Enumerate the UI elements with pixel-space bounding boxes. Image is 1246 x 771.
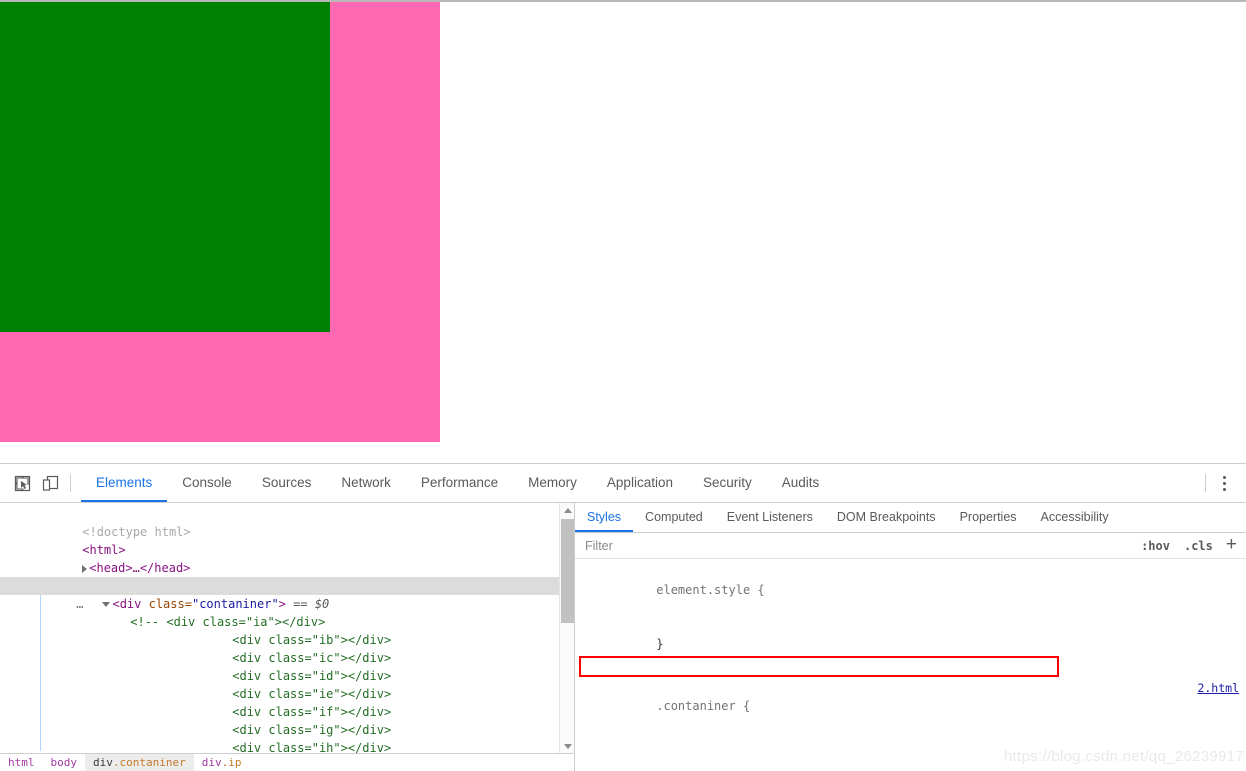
- dom-line-ie[interactable]: <div class="ie"></div>: [0, 667, 574, 701]
- devtools-panel: Elements Console Sources Network Perform…: [0, 463, 1246, 771]
- tab-console[interactable]: Console: [167, 464, 247, 502]
- devtools-tab-strip: Elements Console Sources Network Perform…: [81, 464, 1199, 502]
- dom-line-ih[interactable]: <div class="ih"></div>: [0, 721, 574, 753]
- grid-cell-green: [0, 2, 330, 332]
- tab-elements[interactable]: Elements: [81, 464, 168, 502]
- tab-event-listeners[interactable]: Event Listeners: [715, 503, 825, 532]
- tab-sources[interactable]: Sources: [247, 464, 327, 502]
- dom-line-ii[interactable]: <div class="ii"></div>: [0, 739, 574, 753]
- breadcrumb-item-div-ip[interactable]: div.ip: [194, 754, 250, 771]
- device-toolbar-icon[interactable]: [36, 469, 64, 497]
- toolbar-right-group: [1199, 464, 1246, 502]
- tab-memory[interactable]: Memory: [513, 464, 592, 502]
- dom-line-html[interactable]: <html>: [0, 523, 574, 557]
- tab-accessibility[interactable]: Accessibility: [1029, 503, 1121, 532]
- breadcrumb-item-html[interactable]: html: [0, 754, 43, 771]
- styles-tab-strip: Styles Computed Event Listeners DOM Brea…: [575, 503, 1246, 533]
- tab-dom-breakpoints[interactable]: DOM Breakpoints: [825, 503, 948, 532]
- tab-audits[interactable]: Audits: [767, 464, 835, 502]
- devtools-toolbar: Elements Console Sources Network Perform…: [0, 464, 1246, 503]
- kebab-menu-icon[interactable]: [1212, 469, 1236, 497]
- styles-panel: Styles Computed Event Listeners DOM Brea…: [575, 503, 1246, 771]
- tab-performance[interactable]: Performance: [406, 464, 513, 502]
- dom-line-comment[interactable]: <!-- <div class="ia"></div>: [0, 595, 574, 629]
- grid-container-element: [0, 2, 440, 442]
- rule-selector-text: .contaniner {: [656, 699, 751, 713]
- watermark-text: https://blog.csdn.net/qq_26239917: [1003, 748, 1244, 765]
- element-style-close-brace: }: [656, 637, 664, 651]
- tab-properties[interactable]: Properties: [948, 503, 1029, 532]
- dom-line-head[interactable]: <head>…</head>: [0, 541, 574, 575]
- cls-button[interactable]: .cls: [1177, 539, 1220, 553]
- dom-tree-scrollbar[interactable]: [559, 503, 574, 753]
- new-style-rule-button[interactable]: +: [1220, 535, 1246, 557]
- styles-rules-list: element.style { } .contaniner { 2.html w…: [575, 560, 1246, 771]
- toolbar-divider-right: [1205, 474, 1206, 492]
- inspect-element-icon[interactable]: [8, 469, 36, 497]
- breadcrumb-tag: div: [93, 755, 113, 769]
- breadcrumb-tag-2: div: [201, 755, 222, 769]
- element-style-selector[interactable]: element.style {: [575, 563, 1246, 617]
- dom-line-ib[interactable]: <div class="ib"></div>: [0, 613, 574, 647]
- dom-line-id[interactable]: <div class="id"></div>: [0, 649, 574, 683]
- element-style-selector-text: element.style {: [656, 583, 765, 597]
- rule-spacer: [575, 671, 1246, 679]
- element-style-close: }: [575, 617, 1246, 671]
- toolbar-icon-group: [0, 464, 81, 502]
- breadcrumb-item-div-contaniner[interactable]: div.contaniner: [85, 754, 194, 771]
- rule-selector-row[interactable]: .contaniner { 2.html: [575, 679, 1246, 751]
- hov-button[interactable]: :hov: [1134, 539, 1177, 553]
- tab-styles[interactable]: Styles: [575, 503, 634, 532]
- breadcrumb-class-2: .ip: [221, 755, 242, 769]
- tab-computed[interactable]: Computed: [633, 503, 715, 532]
- browser-viewport: [0, 0, 1246, 463]
- dom-line-ig[interactable]: <div class="ig"></div>: [0, 703, 574, 737]
- breadcrumb-class: .contaniner: [112, 755, 186, 769]
- toolbar-divider: [70, 474, 71, 492]
- filter-input[interactable]: [576, 533, 1135, 558]
- dom-line-doctype[interactable]: <!doctype html>: [0, 505, 574, 539]
- stylesheet-source-link[interactable]: 2.html: [1197, 679, 1239, 697]
- dom-line-ic[interactable]: <div class="ic"></div>: [0, 631, 574, 665]
- dom-tree[interactable]: <!doctype html> <html> <head>…</head> <b…: [0, 503, 574, 753]
- dom-line-if[interactable]: <div class="if"></div>: [0, 685, 574, 719]
- scrollbar-down-arrow-icon[interactable]: [560, 739, 574, 753]
- dom-line-container[interactable]: … <div class="contaniner"> == $0: [0, 577, 574, 611]
- tab-application[interactable]: Application: [592, 464, 688, 502]
- breadcrumb-item-body[interactable]: body: [43, 754, 86, 771]
- scrollbar-thumb[interactable]: [561, 519, 574, 623]
- dom-tree-panel: <!doctype html> <html> <head>…</head> <b…: [0, 503, 575, 771]
- dom-line-body[interactable]: <body>: [0, 559, 574, 593]
- scrollbar-up-arrow-icon[interactable]: [560, 503, 574, 517]
- devtools-body: <!doctype html> <html> <head>…</head> <b…: [0, 503, 1246, 771]
- tab-security[interactable]: Security: [688, 464, 767, 502]
- styles-filter-bar: :hov .cls +: [575, 533, 1246, 559]
- tab-network[interactable]: Network: [326, 464, 406, 502]
- breadcrumb: html body div.contaniner div.ip: [0, 753, 574, 771]
